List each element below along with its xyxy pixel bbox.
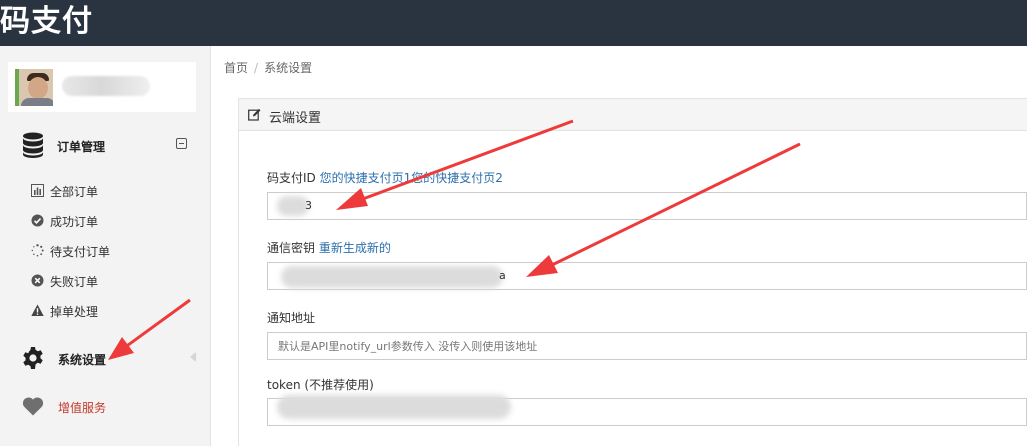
notify-url-label: 通知地址	[267, 309, 315, 326]
sidebar-item-dropped-orders[interactable]: 掉单处理	[31, 301, 201, 321]
sidebar-item-failed-orders[interactable]: 失败订单	[31, 271, 201, 291]
warning-icon	[31, 304, 44, 316]
app-title[interactable]: 码支付	[0, 2, 93, 42]
username-redacted	[62, 76, 150, 96]
breadcrumb-separator: /	[254, 61, 259, 75]
sidebar-item-label: 全部订单	[50, 185, 99, 199]
token-label: token (不推荐使用)	[267, 376, 374, 393]
quick-pay-page-1-link[interactable]: 您的快捷支付页1	[320, 171, 412, 185]
breadcrumb-home[interactable]: 首页	[224, 61, 248, 75]
collapse-icon[interactable]	[176, 138, 187, 149]
panel-title: 云端设置	[269, 111, 322, 126]
field-label-text: 通知地址	[267, 311, 316, 325]
secret-key-visible-tail: a	[499, 269, 506, 282]
check-circle-icon	[31, 214, 44, 227]
sidebar: 订单管理 全部订单 成功订单 待支付订单 失败订单 掉单处理 系统设置 增值服务	[0, 46, 211, 446]
notify-url-input[interactable]	[267, 332, 1027, 360]
panel-header: 云端设置	[239, 99, 1027, 131]
main-content: 首页 / 系统设置 云端设置 码支付ID 您的快捷支付页1您的快捷支付页2 3 通信…	[212, 46, 1027, 446]
sidebar-item-all-orders[interactable]: 全部订单	[31, 181, 201, 201]
sidebar-item-label: 掉单处理	[50, 305, 99, 319]
user-card[interactable]	[8, 62, 196, 112]
field-label-text: token	[267, 378, 301, 392]
regenerate-key-link[interactable]: 重新生成新的	[319, 241, 391, 255]
sidebar-item-label: 失败订单	[50, 275, 99, 289]
breadcrumb: 首页 / 系统设置	[224, 59, 312, 76]
heart-icon	[22, 397, 44, 416]
sidebar-item-value-added[interactable]: 增值服务	[0, 391, 210, 421]
sidebar-item-pending-orders[interactable]: 待支付订单	[31, 241, 201, 261]
active-indicator	[190, 352, 196, 362]
edit-icon	[248, 108, 261, 121]
breadcrumb-current: 系统设置	[264, 61, 313, 75]
token-note: (不推荐使用)	[304, 378, 374, 392]
avatar[interactable]	[15, 69, 53, 106]
sidebar-group-label: 订单管理	[57, 140, 106, 154]
top-bar: 码支付	[0, 0, 1027, 46]
codepay-id-input[interactable]	[267, 192, 1027, 220]
sidebar-item-label: 增值服务	[58, 401, 107, 415]
cloud-settings-panel: 云端设置 码支付ID 您的快捷支付页1您的快捷支付页2 3 通信密钥 重新生成新…	[238, 98, 1027, 446]
database-icon	[23, 132, 43, 158]
spinner-icon	[31, 244, 44, 257]
codepay-id-visible-tail: 3	[305, 199, 312, 212]
codepay-id-label: 码支付ID 您的快捷支付页1您的快捷支付页2	[267, 169, 503, 186]
bar-chart-icon	[31, 184, 44, 197]
sidebar-item-success-orders[interactable]: 成功订单	[31, 211, 201, 231]
quick-pay-page-2-link[interactable]: 您的快捷支付页2	[411, 171, 503, 185]
sidebar-item-label: 待支付订单	[50, 245, 111, 259]
token-input[interactable]	[267, 398, 1027, 426]
sidebar-group-orders[interactable]: 订单管理	[0, 128, 210, 164]
sidebar-item-label: 成功订单	[50, 215, 99, 229]
secret-key-input[interactable]	[267, 262, 1027, 290]
x-circle-icon	[31, 274, 44, 287]
field-label-text: 码支付ID	[267, 171, 316, 185]
secret-key-label: 通信密钥 重新生成新的	[267, 239, 391, 256]
field-label-text: 通信密钥	[267, 241, 316, 255]
sidebar-item-label: 系统设置	[58, 353, 107, 367]
gear-icon	[23, 347, 43, 369]
sidebar-item-settings[interactable]: 系统设置	[0, 343, 210, 373]
